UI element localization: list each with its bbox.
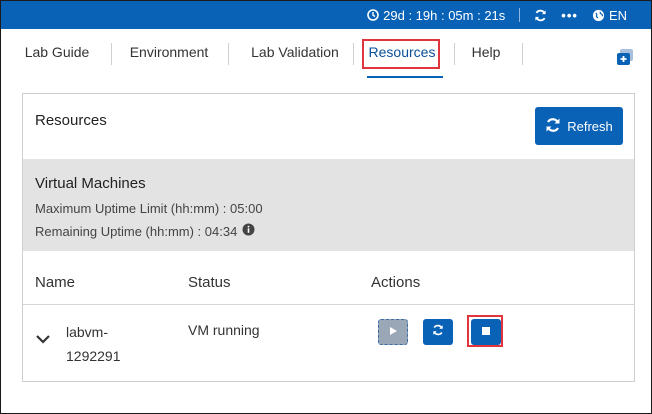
tab-divider: [522, 43, 523, 65]
lab-timer: 29d : 19h : 05m : 21s: [367, 8, 505, 23]
resources-tab-highlight: [362, 39, 440, 69]
pop-out-window-icon[interactable]: [615, 47, 635, 67]
vm-status: VM running: [188, 322, 260, 338]
resources-panel: Resources Refresh Virtual Machines Maxim…: [22, 93, 635, 382]
restart-icon: [432, 323, 444, 341]
column-header-name: Name: [35, 274, 76, 291]
stop-button-highlight: [467, 315, 503, 347]
play-icon: [388, 323, 398, 341]
language-selector[interactable]: EN: [592, 8, 627, 23]
vm-name-line2: 1292291: [66, 348, 121, 364]
tab-divider: [454, 43, 455, 65]
language-label: EN: [608, 7, 627, 23]
vm-name: labvm- 1292291: [66, 320, 156, 368]
active-tab-underline: [367, 76, 443, 78]
refresh-icon: [545, 117, 561, 136]
column-header-actions: Actions: [371, 274, 421, 291]
clock-icon: [367, 9, 379, 21]
refresh-button[interactable]: Refresh: [535, 107, 623, 145]
tab-bar: Lab Guide Environment Lab Validation Res…: [1, 29, 651, 79]
vm-section-title: Virtual Machines: [35, 175, 146, 192]
tab-help[interactable]: Help: [461, 29, 511, 75]
virtual-machines-section: Virtual Machines Maximum Uptime Limit (h…: [23, 159, 634, 251]
refresh-label: Refresh: [567, 118, 613, 134]
more-options-icon[interactable]: •••: [561, 8, 578, 23]
tab-lab-guide[interactable]: Lab Guide: [15, 29, 99, 75]
sync-icon[interactable]: [534, 9, 547, 22]
topbar-divider: [519, 8, 521, 22]
vm-name-line1: labvm-: [66, 324, 109, 340]
tab-lab-validation[interactable]: Lab Validation: [235, 29, 355, 75]
chevron-down-icon[interactable]: [35, 332, 51, 346]
tab-divider: [111, 43, 112, 65]
start-vm-button[interactable]: [378, 319, 408, 345]
tab-environment[interactable]: Environment: [117, 29, 221, 75]
remaining-uptime-text: Remaining Uptime (hh:mm) : 04:34: [35, 223, 238, 239]
panel-header: Resources Refresh: [23, 94, 634, 158]
globe-icon: [592, 9, 605, 22]
restart-vm-button[interactable]: [423, 319, 453, 345]
column-header-status: Status: [188, 274, 231, 291]
max-uptime-text: Maximum Uptime Limit (hh:mm) : 05:00: [35, 201, 263, 216]
info-icon[interactable]: [242, 223, 255, 239]
timer-text: 29d : 19h : 05m : 21s: [383, 7, 506, 23]
remaining-uptime: Remaining Uptime (hh:mm) : 04:34: [35, 223, 255, 239]
top-bar: 29d : 19h : 05m : 21s ••• EN: [1, 1, 651, 29]
tab-divider: [353, 43, 354, 65]
panel-title: Resources: [35, 112, 107, 129]
header-divider: [23, 304, 634, 305]
tab-divider: [228, 43, 229, 65]
